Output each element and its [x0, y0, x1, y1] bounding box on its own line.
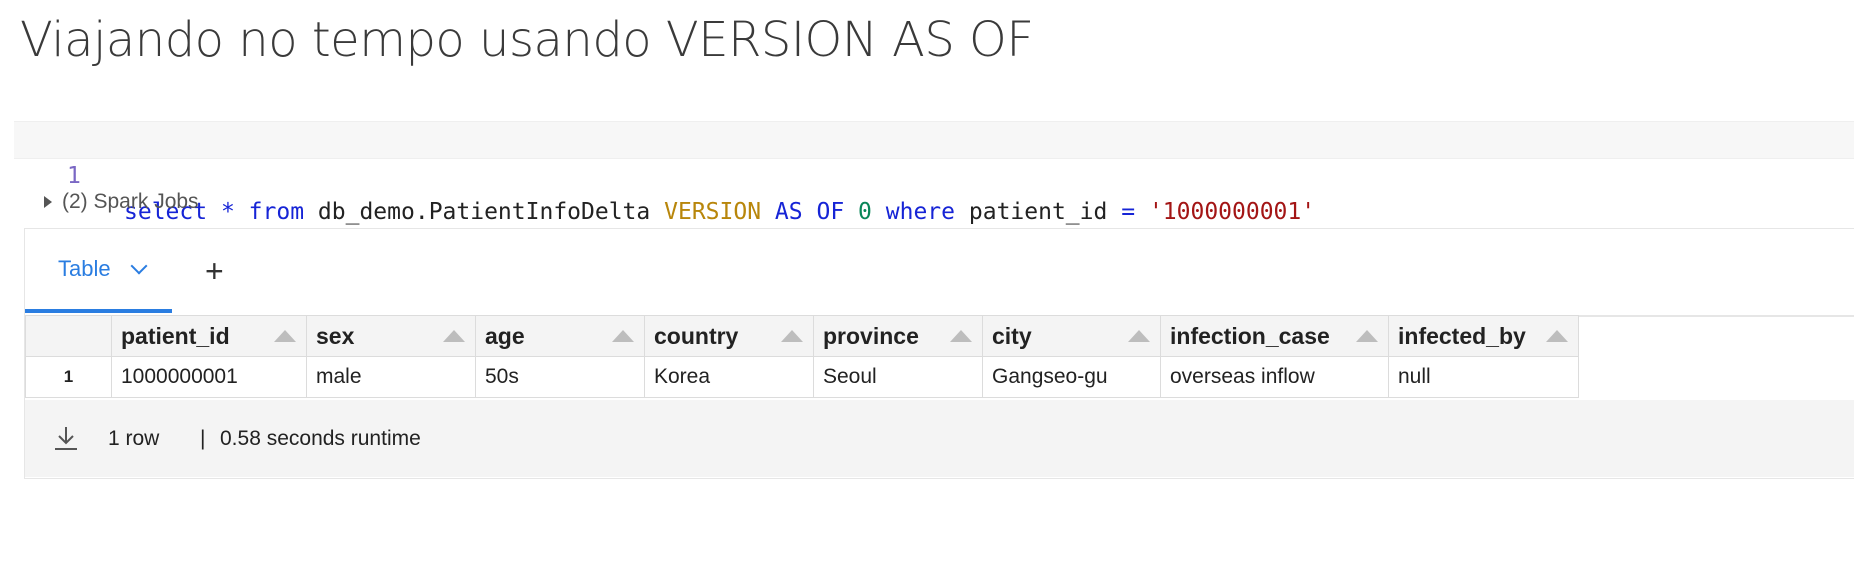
table-cell[interactable]: 50s — [475, 356, 645, 398]
code-token-star: * — [220, 199, 235, 225]
spark-jobs-label: (2) Spark Jobs — [62, 190, 199, 213]
column-header-age[interactable]: age — [475, 315, 645, 357]
code-token-from: from — [248, 199, 305, 225]
tab-table-label: Table — [58, 256, 111, 281]
sort-icon[interactable] — [950, 330, 972, 342]
add-tab-button[interactable]: + — [205, 253, 224, 289]
code-token-version: VERSION — [664, 199, 762, 225]
table-cell[interactable]: Seoul — [813, 356, 983, 398]
header-row: patient_id sex age country province city… — [25, 315, 1579, 357]
code-token-table: db_demo.PatientInfoDelta — [317, 199, 651, 225]
page-title: Viajando no tempo usando VERSION AS OF — [20, 12, 1034, 68]
sort-icon[interactable] — [274, 330, 296, 342]
code-editor[interactable]: 1 select * from db_demo.PatientInfoDelta… — [14, 121, 1854, 225]
code-line[interactable]: select * from db_demo.PatientInfoDelta V… — [124, 194, 1315, 230]
row-index-header — [25, 315, 112, 357]
column-header-province[interactable]: province — [813, 315, 983, 357]
column-header-country[interactable]: country — [644, 315, 814, 357]
table-cell[interactable]: overseas inflow — [1160, 356, 1389, 398]
table-cell[interactable]: 1000000001 — [111, 356, 307, 398]
table-cell[interactable]: Gangseo-gu — [982, 356, 1161, 398]
code-token-as: AS — [774, 199, 803, 225]
column-header-sex[interactable]: sex — [306, 315, 476, 357]
runtime-label: 0.58 seconds runtime — [220, 427, 421, 450]
row-index: 1 — [25, 356, 112, 398]
tab-table[interactable]: Table — [25, 229, 172, 313]
code-token-zero: 0 — [858, 199, 872, 225]
result-panel: Table + patient_id sex age country provi… — [24, 228, 1854, 479]
result-footer: 1 row | 0.58 seconds runtime — [25, 400, 1854, 477]
sort-icon[interactable] — [612, 330, 634, 342]
line-number: 1 — [67, 163, 81, 189]
code-token-value: '1000000001' — [1148, 199, 1316, 225]
code-token-eq: = — [1121, 199, 1136, 225]
table-cell[interactable]: Korea — [644, 356, 814, 398]
sort-icon[interactable] — [1356, 330, 1378, 342]
code-token-column: patient_id — [968, 199, 1108, 225]
result-tabs: Table + — [25, 229, 1854, 317]
sort-icon[interactable] — [1128, 330, 1150, 342]
table-cell[interactable]: null — [1388, 356, 1579, 398]
sort-icon[interactable] — [443, 330, 465, 342]
table-cell[interactable]: male — [306, 356, 476, 398]
download-icon[interactable] — [54, 425, 78, 451]
chevron-down-icon[interactable] — [130, 257, 148, 275]
sort-icon[interactable] — [781, 330, 803, 342]
caret-right-icon — [44, 196, 52, 208]
footer-separator: | — [200, 427, 206, 450]
code-token-of: OF — [816, 199, 845, 225]
sort-icon[interactable] — [1546, 330, 1568, 342]
result-table: patient_id sex age country province city… — [25, 315, 1579, 398]
spark-jobs-toggle[interactable]: (2) Spark Jobs — [44, 190, 199, 214]
column-header-city[interactable]: city — [982, 315, 1161, 357]
table-row: 1 1000000001 male 50s Korea Seoul Gangse… — [25, 356, 1579, 398]
column-header-infection-case[interactable]: infection_case — [1160, 315, 1389, 357]
row-count: 1 row — [108, 427, 160, 450]
column-header-infected-by[interactable]: infected_by — [1388, 315, 1579, 357]
column-header-patient-id[interactable]: patient_id — [111, 315, 307, 357]
code-token-where: where — [885, 199, 956, 225]
